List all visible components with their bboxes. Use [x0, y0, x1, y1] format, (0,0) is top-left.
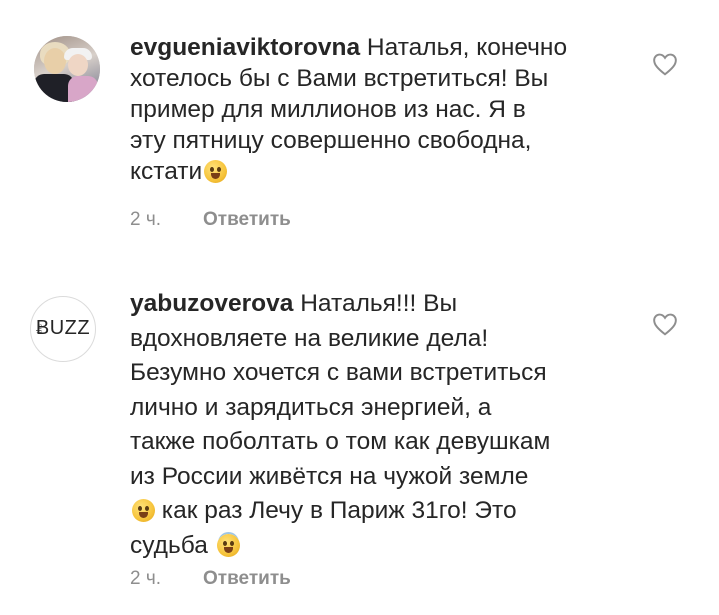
comment-line: лично и зарядиться энергией, а — [130, 393, 492, 421]
comment-username[interactable]: evgueniaviktorovna — [130, 34, 360, 61]
comment-username[interactable]: yabuzoverova — [130, 290, 293, 317]
user-avatar[interactable] — [34, 36, 100, 102]
logo-text: BUZZ — [35, 317, 91, 339]
comment-line: из России живётся на чужой земле — [130, 462, 529, 490]
user-avatar[interactable]: the BUZZ — [30, 296, 96, 362]
comment-text: yabuzoverova Наталья!!! Вы вдохновляете … — [130, 287, 630, 563]
angel-emoji-icon — [216, 533, 240, 557]
winking-emoji-icon — [132, 499, 155, 522]
heart-outline-icon[interactable] — [652, 52, 678, 76]
comment-line: вдохновляете на великие дела! — [130, 324, 489, 352]
comment-line: кстати — [130, 158, 203, 185]
comment-time: 2 ч. — [130, 209, 162, 230]
comment-meta: 2 ч. Ответить — [130, 209, 291, 231]
comment-first-line: Наталья, конечно — [360, 34, 568, 61]
grinning-emoji-icon — [204, 160, 228, 183]
comment-line: пример для миллионов из нас. Я в — [130, 96, 526, 123]
comment-time: 2 ч. — [130, 568, 162, 589]
comment-text: evgueniaviktorovna Наталья, конечно хоте… — [130, 32, 630, 187]
comment-line: Безумно хочется с вами встретиться — [130, 359, 547, 386]
reply-button[interactable]: Ответить — [203, 568, 291, 589]
comment-line: эту пятницу совершенно свободна, — [130, 127, 532, 154]
comment-line: судьба — [130, 531, 208, 559]
comment-first-line: Наталья!!! Вы — [293, 290, 458, 317]
comment-line: как раз Лечу в Париж 31го! Это — [155, 497, 517, 524]
comment-line: также поболтать о том как девушкам — [130, 428, 551, 455]
reply-button[interactable]: Ответить — [203, 209, 291, 230]
comment-meta: 2 ч. Ответить — [130, 568, 291, 590]
heart-outline-icon[interactable] — [652, 312, 678, 336]
comment-line: хотелось бы с Вами встретиться! Вы — [130, 65, 549, 92]
